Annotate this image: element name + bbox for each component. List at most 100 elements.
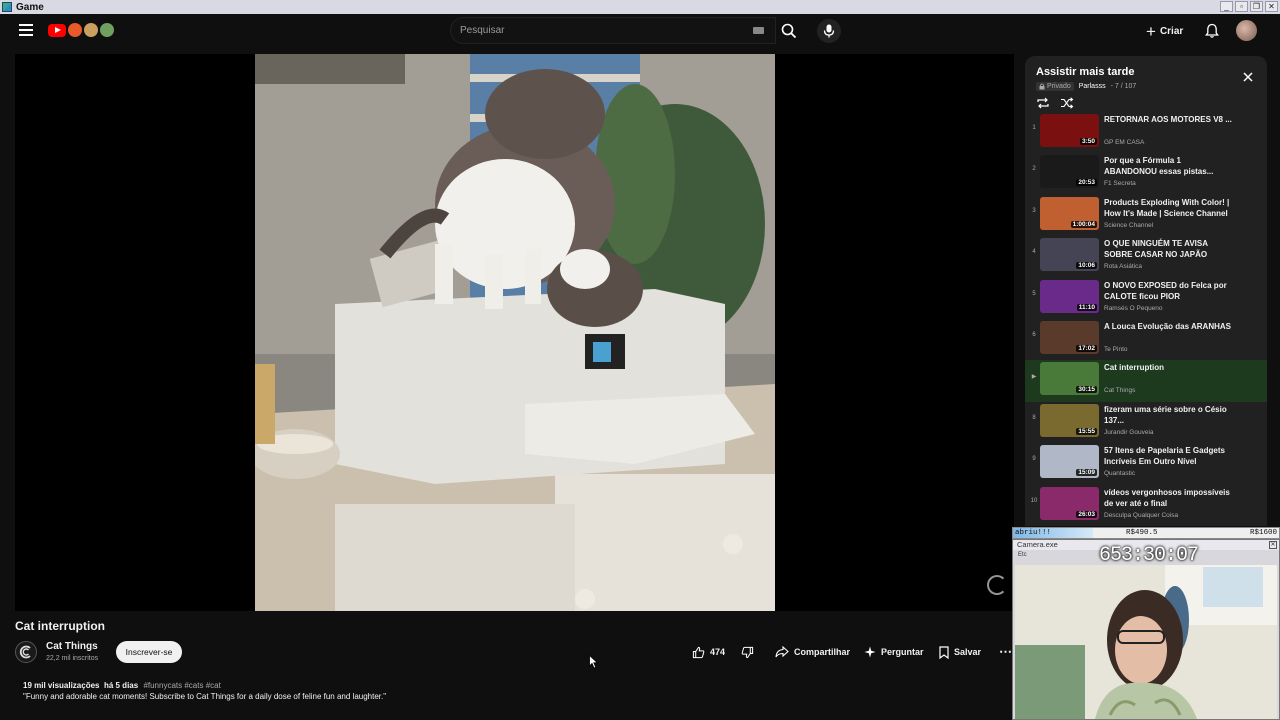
notifications-bell-icon[interactable] [1204,23,1220,39]
subscribe-button[interactable]: Inscrever-se [116,641,182,663]
playlist-item[interactable]: 2 20:53 Por que a Fórmula 1 ABANDONOU essa… [1025,153,1267,194]
doodle-icon [100,23,114,37]
post-date: há 5 dias [103,681,139,690]
channel-name[interactable]: Cat Things [46,641,98,652]
search-button[interactable] [776,17,802,44]
playlist-item-index: 2 [1032,166,1036,173]
share-button[interactable]: Compartilhar [775,641,850,663]
ask-button[interactable]: Perguntar [864,641,924,663]
playlist-item-index: 6 [1032,331,1036,338]
hashtags[interactable]: #funnycats #cats #cat [143,681,220,690]
playlist-item-channel[interactable]: Science Channel [1104,222,1153,229]
playlist-item[interactable]: 4 10:06 O QUE NINGUÉM TE AVISA SOBRE CASAR… [1025,236,1267,277]
keyboard-icon[interactable] [753,27,764,34]
close-window-button[interactable]: ✕ [1265,1,1278,12]
privacy-label: Privado [1047,83,1071,90]
playlist-item[interactable]: ▶ 30:15 Cat interruption Cat Things [1025,360,1267,402]
share-icon [775,646,789,658]
playlist-item[interactable]: 8 15:55 fizeram uma série sobre o Césio 13… [1025,402,1267,443]
playlist-item-title[interactable]: Cat interruption [1104,362,1232,373]
playlist-item-thumbnail[interactable]: 15:55 [1040,403,1099,437]
create-button[interactable]: + Criar [1146,20,1183,42]
playlist-item-title[interactable]: Products Exploding With Color! | How It'… [1104,197,1232,219]
dislike-button[interactable] [741,641,754,663]
playlist-item-thumbnail[interactable]: 17:02 [1040,320,1099,354]
playlist-item-thumbnail[interactable]: 10:06 [1040,238,1099,272]
playlist-item-channel[interactable]: Cat Things [1104,387,1135,394]
playlist-item-channel[interactable]: Ramsés O Pequeno [1104,305,1163,312]
view-count: 19 mil visualizações [23,681,100,690]
playlist-item-thumbnail[interactable]: 1:00:04 [1040,196,1099,230]
playlist-item-thumbnail[interactable]: 20:53 [1040,155,1099,189]
playlist-item-title[interactable]: 57 Itens de Papelaria E Gadgets Incrívei… [1104,445,1232,467]
playlist-item-duration: 11:10 [1076,303,1097,311]
donation-bar: abriu!!! R$490.5 R$1600 [1012,527,1280,539]
maximize-button[interactable]: ❐ [1250,1,1263,12]
playlist-item[interactable]: 10 26:03 vídeos vergonhosos impossíveis de… [1025,485,1267,526]
playlist-item-duration: 15:55 [1076,427,1097,435]
user-avatar[interactable] [1236,20,1257,41]
playlist-item[interactable]: 3 1:00:04 Products Exploding With Color! |… [1025,195,1267,236]
playlist-item-channel[interactable]: Jurandir Gouveia [1104,429,1154,436]
playlist-item-thumbnail[interactable]: 26:03 [1040,486,1099,520]
playlist-controls [1036,97,1074,109]
search-icon [781,23,797,38]
webcam-feed [1015,565,1277,719]
doodle-icon [84,23,98,37]
shuffle-icon[interactable] [1060,97,1074,109]
hamburger-menu-icon[interactable] [19,24,33,36]
playlist-item-thumbnail[interactable]: 11:10 [1040,279,1099,313]
playlist-item-thumbnail[interactable]: 3:50 [1040,114,1099,147]
playlist-item[interactable]: 9 15:09 57 Itens de Papelaria E Gadgets In… [1025,443,1267,484]
youtube-logo[interactable] [48,23,114,37]
playlist-item-channel[interactable]: GP EM CASA [1104,139,1144,146]
playlist-item-channel[interactable]: Te Pinto [1104,346,1128,353]
camera-window-title: Camera.exe [1017,540,1058,549]
playlist-item-duration: 1:00:04 [1070,220,1097,228]
playlist-item-index: 3 [1032,207,1036,214]
playlist-item-title[interactable]: O NOVO EXPOSED do Felca por CALOTE ficou… [1104,280,1232,302]
more-actions-icon[interactable]: ⋯ [999,641,1012,663]
search-input[interactable] [460,18,740,43]
like-button[interactable]: 474 [692,641,725,663]
donation-current: R$490.5 [1126,529,1158,537]
playlist-owner[interactable]: Parlasss [1079,83,1106,90]
loop-icon[interactable] [1036,97,1050,109]
camera-window: Camera.exe ✕ Etc 653:30:07 [1012,539,1280,720]
close-icon[interactable] [1241,70,1255,84]
channel-watermark-icon[interactable] [987,575,1007,595]
lock-icon [1039,83,1045,90]
playlist-item-title[interactable]: vídeos vergonhosos impossíveis de ver at… [1104,487,1232,509]
video-player[interactable] [15,54,1014,611]
playlist-item[interactable]: 5 11:10 O NOVO EXPOSED do Felca por CALOTE… [1025,278,1267,319]
playlist-title[interactable]: Assistir mais tarde [1036,66,1134,78]
share-label: Compartilhar [794,647,851,657]
voice-search-button[interactable] [817,19,841,43]
playlist-item-thumbnail[interactable]: 30:15 [1040,362,1099,396]
playlist-item-channel[interactable]: Desculpa Qualquer Coisa [1104,512,1178,519]
playlist-item[interactable]: 6 17:02 A Louca Evolução das ARANHAS Te Pin… [1025,319,1267,360]
save-button[interactable]: Salvar [939,641,981,663]
playlist-item-channel[interactable]: Quantastic [1104,470,1135,477]
playlist-item-thumbnail[interactable]: 15:09 [1040,445,1099,479]
playlist-item-title[interactable]: Por que a Fórmula 1 ABANDONOU essas pist… [1104,155,1232,177]
playlist-item-index: ▶ [1031,374,1037,381]
minimize-button[interactable]: _ [1220,1,1233,12]
playlist-item-title[interactable]: A Louca Evolução das ARANHAS [1104,321,1232,332]
description-box[interactable]: 19 mil visualizações há 5 dias #funnycat… [15,677,1011,713]
ask-label: Perguntar [881,647,924,657]
playlist-panel: Assistir mais tarde Privado Parlasss - 7… [1025,56,1267,526]
search-box [450,17,776,44]
video-content-image [255,54,775,611]
playlist-item-title[interactable]: RETORNAR AOS MOTORES V8 ... [1104,114,1232,125]
playlist-item-title[interactable]: O QUE NINGUÉM TE AVISA SOBRE CASAR NO JA… [1104,238,1232,260]
like-count: 474 [710,647,726,657]
playlist-item-title[interactable]: fizeram uma série sobre o Césio 137... [1104,404,1232,426]
playlist-item-channel[interactable]: Rota Asiática [1104,263,1142,270]
channel-avatar[interactable] [15,641,37,663]
video-frame[interactable] [255,54,775,611]
camera-close-icon[interactable]: ✕ [1269,541,1277,549]
restore-button[interactable]: ▫ [1235,1,1248,12]
playlist-item[interactable]: 1 3:50 RETORNAR AOS MOTORES V8 ... GP EM CA… [1025,112,1267,153]
playlist-item-channel[interactable]: F1 Secreta [1104,180,1136,187]
